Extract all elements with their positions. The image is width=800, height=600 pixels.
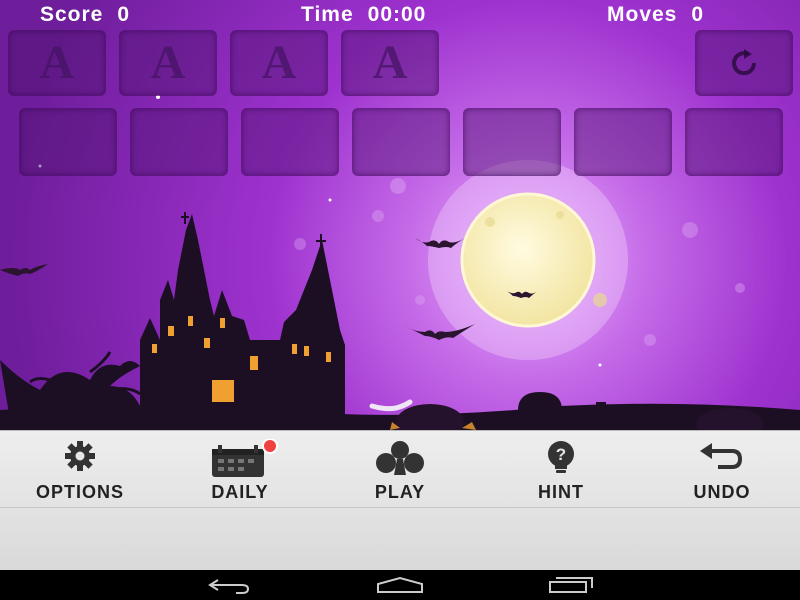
hint-label: HINT xyxy=(538,482,584,502)
home-icon[interactable] xyxy=(376,576,424,594)
moves-value: 0 xyxy=(691,3,705,26)
tableau-column-6[interactable] xyxy=(574,108,672,176)
bat xyxy=(0,264,48,276)
time-value: 00:00 xyxy=(367,3,427,26)
daily-label: DAILY xyxy=(211,482,269,502)
tableau-column-3[interactable] xyxy=(241,108,339,176)
svg-text:?: ? xyxy=(556,445,566,464)
moves-display: Moves 0 xyxy=(607,3,704,27)
notification-dot xyxy=(262,439,278,454)
tableau-column-2[interactable] xyxy=(130,108,228,176)
foundation-ace-placeholder: A xyxy=(372,36,408,89)
stock-pile[interactable] xyxy=(695,30,793,96)
foundation-ace-placeholder: A xyxy=(39,36,75,89)
bottom-toolbar: OPTIONS DAILY PLAY ? HINT UNDO xyxy=(0,430,800,571)
score-label: Score xyxy=(40,3,104,26)
android-nav-bar xyxy=(0,570,800,600)
foundation-pile-1[interactable]: A xyxy=(8,30,106,96)
tableau-column-1[interactable] xyxy=(19,108,117,176)
tableau-column-5[interactable] xyxy=(463,108,561,176)
castle xyxy=(140,212,345,420)
time-label: Time xyxy=(301,3,354,26)
tableau-column-4[interactable] xyxy=(352,108,450,176)
recent-apps-icon[interactable] xyxy=(548,576,596,594)
game-board: Score 0 Time 00:00 Moves 0 A A A A xyxy=(0,0,800,430)
gear-icon xyxy=(65,441,95,471)
back-icon[interactable] xyxy=(206,576,252,594)
play-button[interactable]: PLAY xyxy=(330,431,470,507)
undo-button[interactable]: UNDO xyxy=(652,431,792,507)
time-display: Time 00:00 xyxy=(301,3,426,27)
pumpkin xyxy=(396,404,464,430)
foundation-pile-2[interactable]: A xyxy=(119,30,217,96)
refresh-icon xyxy=(732,49,757,76)
foundation-ace-placeholder: A xyxy=(150,36,186,89)
hint-button[interactable]: ? HINT xyxy=(491,431,631,507)
divider xyxy=(0,507,800,508)
score-value: 0 xyxy=(117,3,131,26)
gravestone xyxy=(518,392,562,430)
play-label: PLAY xyxy=(374,482,426,502)
foundation-ace-placeholder: A xyxy=(261,36,297,89)
moves-label: Moves xyxy=(607,3,678,26)
moon xyxy=(460,192,596,328)
club-icon xyxy=(376,441,424,475)
options-label: OPTIONS xyxy=(35,482,124,502)
tableau-column-7[interactable] xyxy=(685,108,783,176)
foundation-pile-3[interactable]: A xyxy=(230,30,328,96)
lightbulb-question-icon: ? xyxy=(548,441,574,473)
daily-button[interactable]: DAILY xyxy=(170,431,310,507)
options-button[interactable]: OPTIONS xyxy=(10,431,150,507)
undo-arrow-icon xyxy=(700,443,743,469)
hud-bar: Score 0 Time 00:00 Moves 0 xyxy=(0,0,800,30)
calendar-icon xyxy=(212,439,278,477)
score-display: Score 0 xyxy=(40,3,130,27)
undo-label: UNDO xyxy=(693,482,751,502)
foundation-pile-4[interactable]: A xyxy=(341,30,439,96)
